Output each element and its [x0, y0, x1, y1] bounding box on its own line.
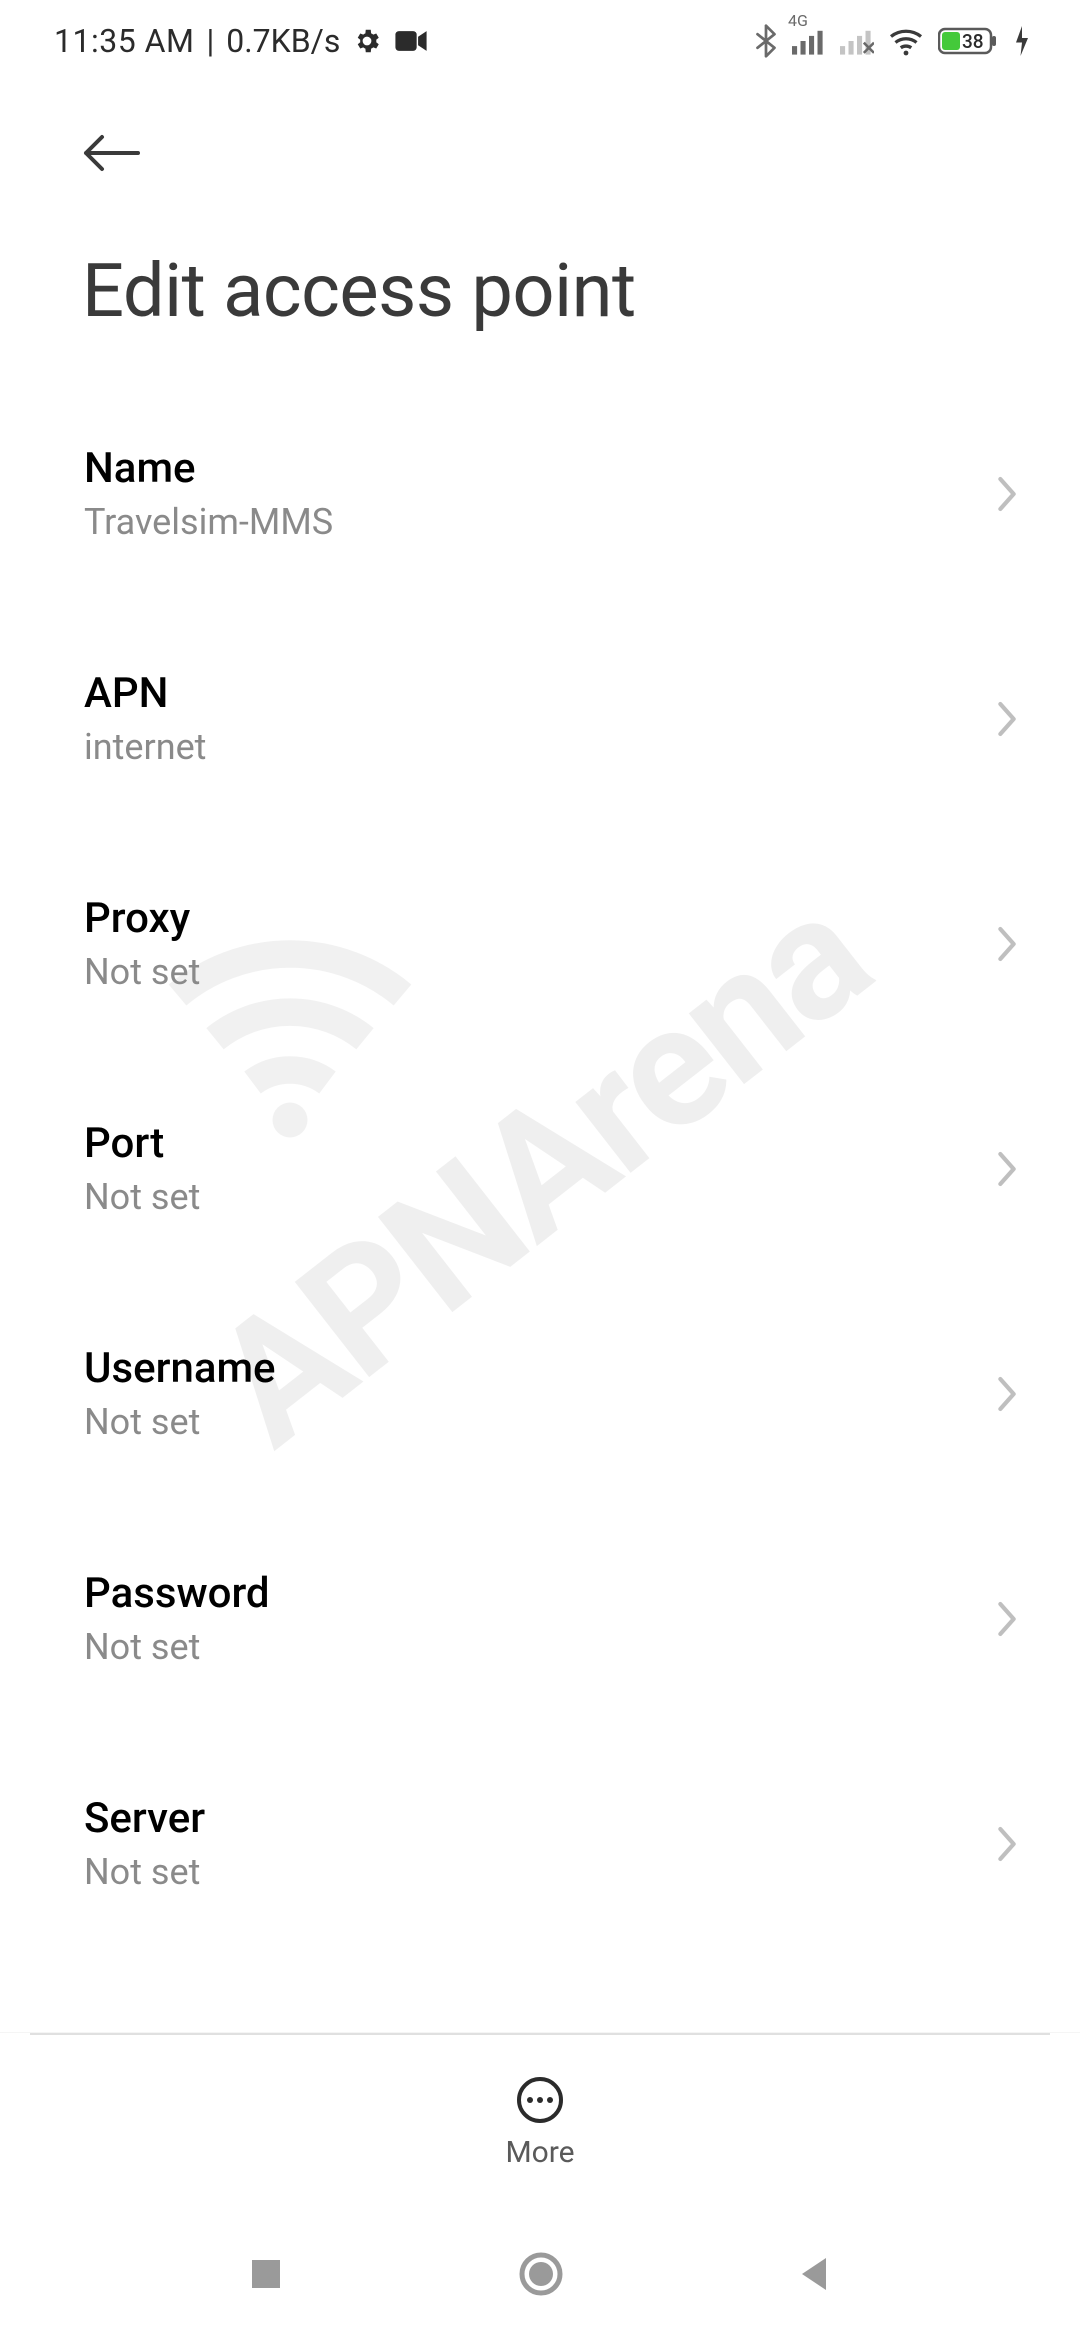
item-label: Proxy	[84, 894, 970, 943]
bottom-action-bar: More	[0, 2032, 1080, 2212]
signal-4g-icon: 4G	[792, 27, 826, 55]
more-button[interactable]: More	[505, 2075, 574, 2170]
signal-nosim-icon	[840, 27, 874, 55]
apn-item-mmsc[interactable]: MMSC http://10.16.18.4:38090/was	[0, 1985, 1080, 2000]
back-button[interactable]	[80, 130, 142, 180]
more-label: More	[505, 2135, 574, 2170]
status-bar: 11:35 AM | 0.7KB/s 4G 38	[0, 0, 1080, 82]
chevron-right-icon	[994, 1824, 1020, 1864]
item-label: Name	[84, 444, 970, 493]
chevron-right-icon	[994, 1149, 1020, 1189]
status-right: 4G 38	[754, 24, 1030, 58]
bluetooth-icon	[754, 24, 778, 58]
item-value: Travelsim-MMS	[84, 501, 970, 543]
nav-back-button[interactable]	[796, 2254, 834, 2298]
item-value: Not set	[84, 1851, 970, 1893]
settings-list: Name Travelsim-MMS APN internet Proxy No…	[0, 410, 1080, 2000]
camera-icon	[394, 28, 428, 54]
system-nav-bar	[0, 2212, 1080, 2340]
battery-icon: 38	[938, 26, 1000, 56]
status-netspeed: 0.7KB/s	[226, 22, 340, 60]
item-label: APN	[84, 669, 970, 718]
item-value: internet	[84, 726, 970, 768]
arrow-left-icon	[80, 130, 142, 176]
apn-item-apn[interactable]: APN internet	[0, 635, 1080, 802]
more-icon	[515, 2075, 565, 2125]
apn-item-password[interactable]: Password Not set	[0, 1535, 1080, 1702]
triangle-left-icon	[796, 2254, 834, 2294]
item-value: Not set	[84, 1626, 970, 1668]
apn-item-server[interactable]: Server Not set	[0, 1760, 1080, 1927]
gear-icon	[352, 26, 382, 56]
chevron-right-icon	[994, 699, 1020, 739]
nav-recent-button[interactable]	[246, 2254, 286, 2298]
wifi-icon	[888, 26, 924, 56]
chevron-right-icon	[994, 1374, 1020, 1414]
item-label: Server	[84, 1794, 970, 1843]
item-label: Username	[84, 1344, 970, 1393]
chevron-right-icon	[994, 474, 1020, 514]
status-time: 11:35 AM	[54, 22, 194, 60]
square-icon	[246, 2254, 286, 2294]
apn-item-port[interactable]: Port Not set	[0, 1085, 1080, 1252]
status-left: 11:35 AM | 0.7KB/s	[54, 22, 428, 60]
item-label: Password	[84, 1569, 970, 1618]
apn-item-proxy[interactable]: Proxy Not set	[0, 860, 1080, 1027]
chevron-right-icon	[994, 1599, 1020, 1639]
chevron-right-icon	[994, 924, 1020, 964]
circle-icon	[517, 2250, 565, 2298]
charging-icon	[1014, 26, 1030, 56]
item-value: Not set	[84, 1401, 970, 1443]
item-label: Port	[84, 1119, 970, 1168]
apn-item-name[interactable]: Name Travelsim-MMS	[0, 410, 1080, 577]
page-title: Edit access point	[82, 248, 636, 335]
item-value: Not set	[84, 1176, 970, 1218]
status-separator: |	[206, 22, 214, 60]
item-value: Not set	[84, 951, 970, 993]
nav-home-button[interactable]	[517, 2250, 565, 2302]
apn-item-username[interactable]: Username Not set	[0, 1310, 1080, 1477]
